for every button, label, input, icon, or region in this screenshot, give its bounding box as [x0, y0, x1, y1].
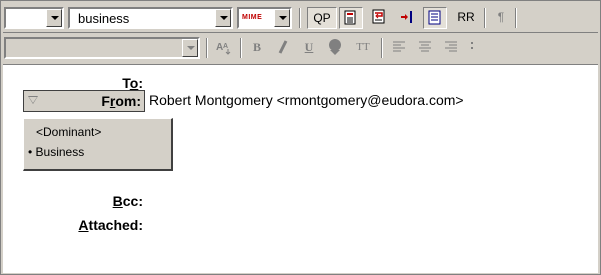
style-combo[interactable]	[4, 37, 200, 59]
italic-button[interactable]	[271, 37, 295, 59]
bullet-list-button[interactable]	[465, 37, 489, 59]
pilcrow-icon: ¶	[497, 10, 505, 24]
underline-button[interactable]: U	[297, 37, 321, 59]
text-color-icon	[329, 39, 341, 55]
personality-dropdown-button[interactable]: From:	[23, 90, 145, 112]
from-field[interactable]: Robert Montgomery <rmontgomery@eudora.co…	[149, 92, 464, 108]
text-color-button[interactable]	[323, 37, 347, 59]
rr-label: RR	[457, 10, 475, 24]
qp-label: QP	[313, 11, 331, 25]
toolbar-divider	[240, 38, 242, 58]
toolbar-divider	[515, 8, 517, 28]
format-toolbar-bottom: A A B U TT	[3, 34, 598, 61]
align-center-button[interactable]	[413, 37, 437, 59]
svg-text:A: A	[223, 43, 228, 50]
tab-in-body-button[interactable]	[395, 7, 419, 29]
signature-combo[interactable]	[4, 7, 64, 29]
italic-icon	[278, 40, 288, 54]
keep-copy-icon	[428, 10, 441, 25]
toolbar-divider	[381, 38, 383, 58]
format-toolbar-top: business MIME QP RR ¶	[3, 4, 598, 31]
align-left-button[interactable]	[387, 37, 411, 59]
text-as-document-button[interactable]	[339, 7, 363, 29]
message-header: To: From: Robert Montgomery <rmontgomery…	[3, 64, 598, 273]
menu-item-dominant[interactable]: <Dominant>	[24, 122, 169, 142]
personality-menu: <Dominant> • Business	[23, 118, 173, 171]
from-label: From:	[101, 93, 141, 109]
align-right-button[interactable]	[439, 37, 463, 59]
bcc-label: Bcc:	[112, 193, 143, 209]
chevron-down-icon[interactable]	[46, 9, 62, 27]
return-receipt-button[interactable]: RR	[451, 7, 481, 29]
document-icon	[344, 10, 356, 25]
quoted-printable-button[interactable]: QP	[307, 7, 337, 29]
bullet-list-icon	[471, 42, 473, 49]
word-wrap-button[interactable]	[367, 7, 391, 29]
bold-icon: B	[252, 40, 261, 54]
toolbar-divider	[206, 38, 208, 58]
show-formatting-button[interactable]: ¶	[489, 7, 513, 29]
keep-copy-button[interactable]	[423, 7, 447, 29]
font-size-button[interactable]: A A	[213, 37, 237, 59]
chevron-down-icon	[28, 96, 38, 104]
composer-window: business MIME QP RR ¶ A A B U TT To: Fro…	[0, 0, 601, 275]
word-wrap-icon	[372, 9, 385, 24]
teletype-label: TT	[356, 41, 370, 53]
personality-value: business	[78, 11, 130, 26]
personality-combo[interactable]: business	[68, 7, 233, 29]
bold-button[interactable]: B	[245, 37, 269, 59]
toolbar-divider	[299, 8, 301, 28]
underline-icon: U	[304, 40, 314, 54]
align-right-icon	[445, 41, 457, 52]
menu-item-business[interactable]: • Business	[24, 142, 169, 162]
align-center-icon	[419, 41, 431, 52]
chevron-down-icon[interactable]	[182, 39, 198, 57]
mime-label: MIME	[242, 14, 263, 21]
tab-arrow-icon	[401, 11, 412, 23]
teletype-button[interactable]: TT	[349, 37, 377, 59]
align-left-icon	[393, 41, 405, 52]
toolbar-divider	[484, 8, 486, 28]
chevron-down-icon[interactable]	[215, 9, 231, 27]
font-size-icon: A A	[216, 42, 231, 55]
attached-label: Attached:	[78, 217, 143, 233]
to-label: To:	[122, 75, 143, 91]
mime-combo[interactable]: MIME	[237, 7, 292, 29]
chevron-down-icon[interactable]	[274, 9, 290, 27]
